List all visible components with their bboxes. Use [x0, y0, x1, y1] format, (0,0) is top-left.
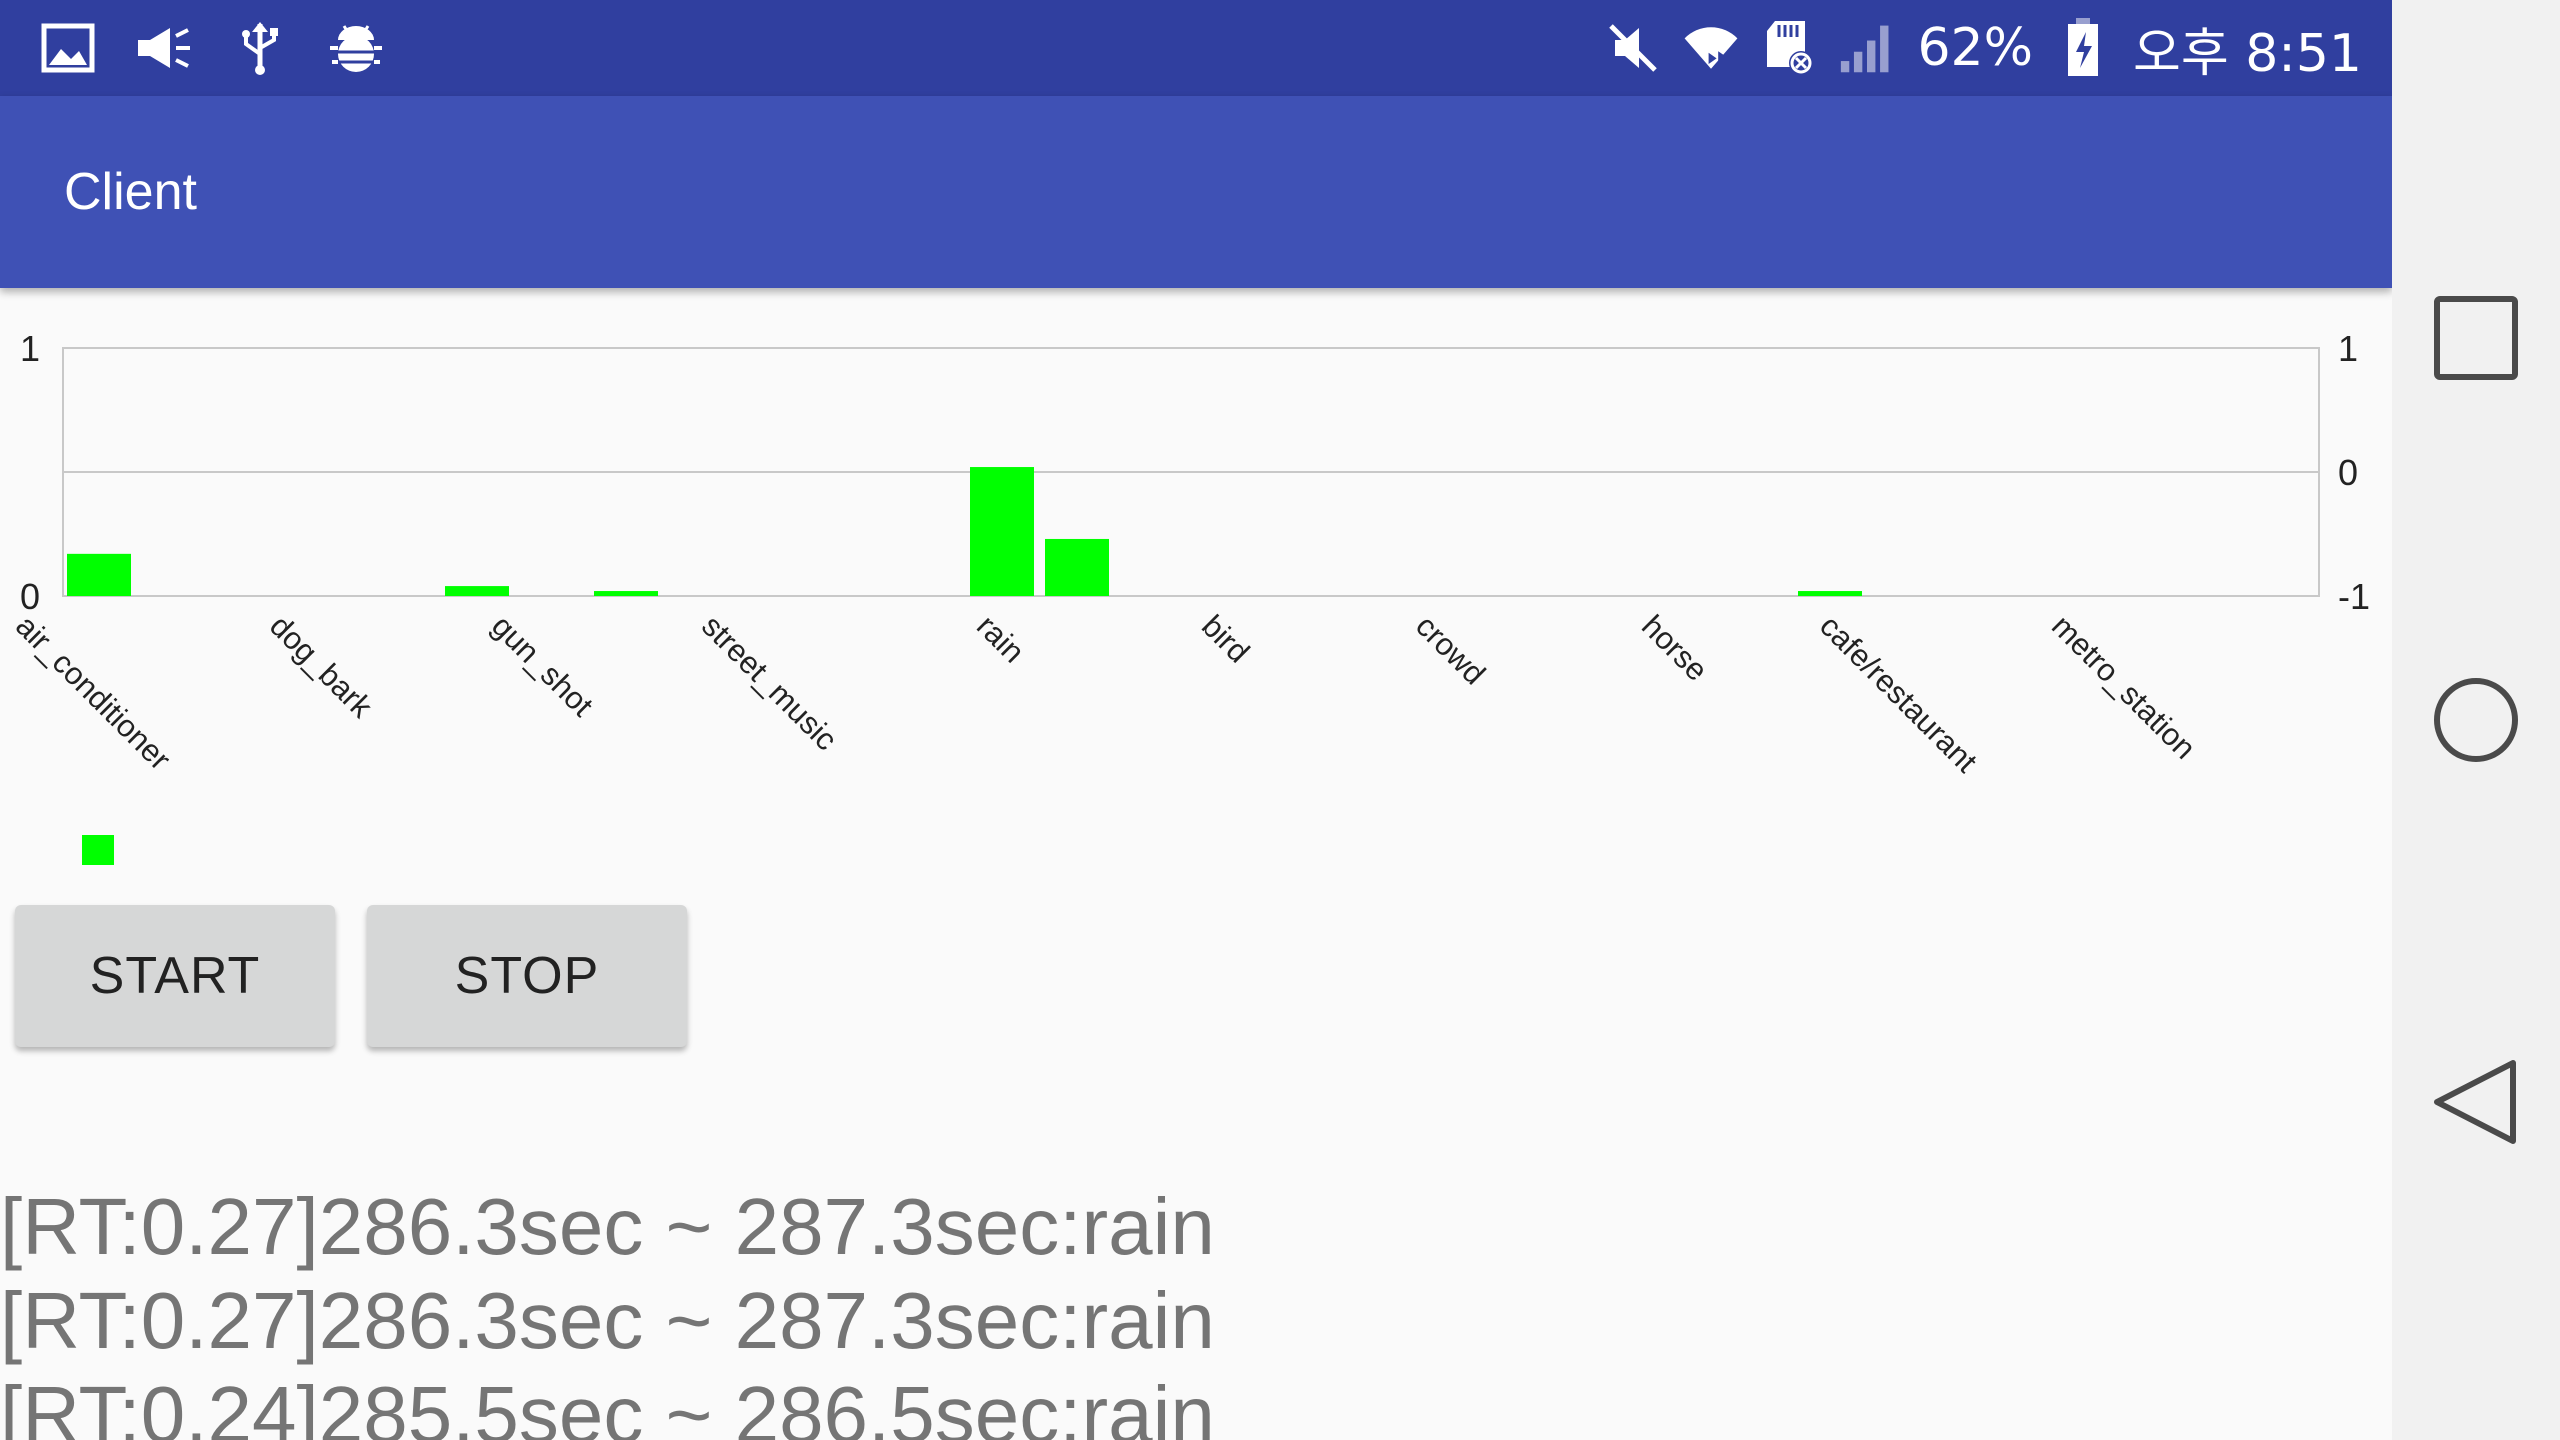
- bar: [594, 591, 658, 596]
- home-button[interactable]: [2392, 640, 2560, 800]
- stop-button[interactable]: STOP: [367, 905, 687, 1047]
- start-button[interactable]: START: [15, 905, 335, 1047]
- status-bar: 62% 오후 8:51: [0, 0, 2392, 96]
- x-axis-tick-label: metro_station: [2045, 608, 2203, 766]
- home-icon: [2434, 678, 2518, 762]
- bar-chart: 1010-1air_conditioner dog_bark gun_shot str…: [9, 328, 2370, 779]
- megaphone-icon: [136, 20, 192, 76]
- usb-icon: [232, 20, 288, 76]
- wifi-icon: [1683, 20, 1739, 76]
- x-axis-tick-label: street_music: [695, 608, 844, 757]
- x-axis-tick-label: bird: [1195, 608, 1256, 669]
- x-axis-tick-label: air_conditioner: [9, 608, 178, 777]
- log-line: [RT:0.24]285.5sec ~ 286.5sec:rain: [0, 1370, 1215, 1440]
- bar: [1045, 538, 1109, 596]
- battery-charging-icon: [2055, 18, 2111, 76]
- legend-swatch: [82, 835, 114, 865]
- sd-card-icon: [1761, 20, 1817, 76]
- navigation-bar: [2392, 0, 2560, 1440]
- android-debug-icon: [328, 20, 384, 76]
- back-icon: [2434, 1060, 2516, 1144]
- battery-percent: 62%: [1917, 18, 2034, 78]
- left-axis-tick-label: 1: [20, 328, 40, 369]
- bar: [1798, 591, 1862, 596]
- signal-icon: [1839, 20, 1895, 76]
- clock: 오후 8:51: [2133, 23, 2362, 84]
- bar: [970, 467, 1034, 596]
- mute-icon: [1605, 20, 1661, 76]
- bar: [67, 553, 131, 596]
- x-axis-tick-label: dog_bark: [263, 608, 380, 725]
- result-log: [RT:0.27]286.3sec ~ 287.3sec:rain [RT:0.…: [0, 1180, 1215, 1440]
- right-axis-tick-label: 0: [2338, 452, 2358, 493]
- x-axis-tick-label: rain: [970, 608, 1031, 669]
- recents-button[interactable]: [2392, 258, 2560, 418]
- bar: [445, 586, 509, 596]
- x-axis-tick-label: cafe/restaurant: [1813, 608, 1984, 779]
- gallery-icon: [40, 20, 96, 76]
- x-axis-tick-label: horse: [1635, 608, 1715, 688]
- app-screen: 62% 오후 8:51 Client 1 0 1 0 -1 air_conditioner…: [0, 0, 2392, 1440]
- right-axis-tick-label: 1: [2338, 328, 2358, 369]
- x-axis-tick-label: crowd: [1409, 608, 1492, 691]
- page-title: Client: [64, 163, 197, 221]
- right-axis-tick-label: -1: [2338, 576, 2370, 617]
- x-axis-tick-label: gun_shot: [485, 608, 600, 723]
- recents-icon: [2434, 296, 2518, 380]
- log-line: [RT:0.27]286.3sec ~ 287.3sec:rain: [0, 1276, 1215, 1365]
- app-toolbar: Client: [0, 96, 2392, 288]
- back-button[interactable]: [2392, 1022, 2560, 1182]
- log-line: [RT:0.27]286.3sec ~ 287.3sec:rain: [0, 1182, 1215, 1271]
